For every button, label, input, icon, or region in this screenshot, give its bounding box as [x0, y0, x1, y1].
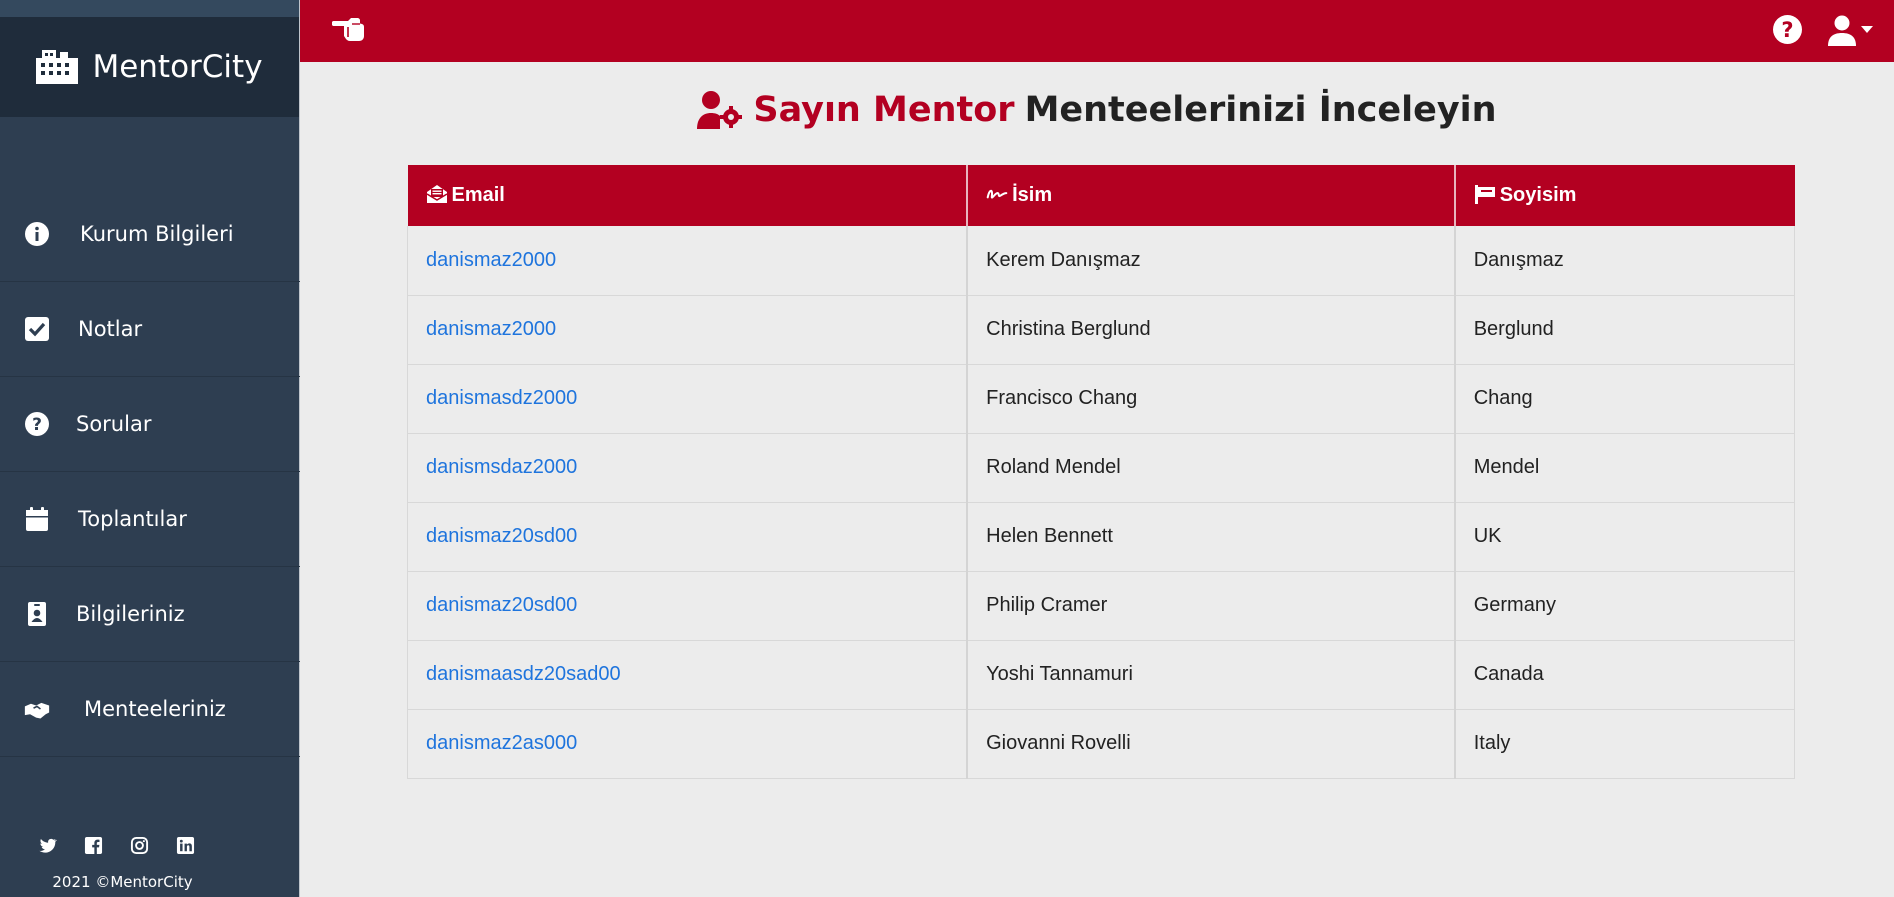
- email-link[interactable]: danismsdaz2000: [426, 456, 577, 478]
- email-link[interactable]: danismasdz2000: [426, 387, 577, 409]
- email-link[interactable]: danismaz2000: [426, 249, 556, 271]
- table-row: danismaz20sd00 Helen Bennett UK: [407, 502, 1795, 572]
- sidebar-item-notlar[interactable]: Notlar: [0, 282, 300, 377]
- sidebar-item-label: Kurum Bilgileri: [80, 222, 234, 246]
- table-row: danismaz2000 Kerem Danışmaz Danışmaz: [407, 226, 1795, 296]
- title-accent: Sayın Mentor: [753, 90, 1015, 130]
- sidebar: MentorCity Kurum Bilgileri Notlar ? Soru…: [0, 0, 300, 897]
- calendar-icon: [24, 506, 50, 532]
- mentees-table: Email İsim Soyisim danismaz2000 Kerem Da…: [407, 165, 1795, 779]
- table-row: danismaz20sd00 Philip Cramer Germany: [407, 571, 1795, 641]
- name-cell: Christina Berglund: [967, 295, 1456, 365]
- caret-down-icon: [1861, 26, 1873, 33]
- top-navbar: ?: [300, 0, 1894, 62]
- email-cell: danismaz2as000: [407, 709, 969, 779]
- question-circle-icon: ?: [24, 411, 50, 437]
- building-icon: [36, 50, 79, 84]
- question-circle-icon[interactable]: ?: [1772, 14, 1803, 45]
- email-cell: danismaz20sd00: [407, 502, 969, 572]
- table-row: danismaz2as000 Giovanni Rovelli Italy: [407, 709, 1795, 779]
- surname-cell: Chang: [1454, 364, 1795, 434]
- sidebar-item-toplantilar[interactable]: Toplantılar: [0, 472, 300, 567]
- svg-text:?: ?: [32, 415, 42, 435]
- surname-cell: Canada: [1454, 640, 1795, 710]
- user-icon: [1828, 15, 1856, 46]
- user-menu-dropdown[interactable]: [1827, 14, 1875, 46]
- flag-icon: [1474, 185, 1495, 204]
- title-text: Menteelerinizi İnceleyin: [1024, 90, 1497, 130]
- name-cell: Yoshi Tannamuri: [967, 640, 1456, 710]
- email-cell: danismaz2000: [407, 226, 969, 296]
- info-circle-icon: [24, 221, 50, 247]
- sidebar-item-sorular[interactable]: ? Sorular: [0, 377, 300, 472]
- handshake-icon: [24, 696, 50, 722]
- name-cell: Francisco Chang: [967, 364, 1456, 434]
- twitter-icon[interactable]: [38, 836, 57, 855]
- sidebar-item-label: Menteeleriniz: [84, 697, 226, 721]
- name-cell: Philip Cramer: [967, 571, 1456, 641]
- table-header-row: Email İsim Soyisim: [407, 165, 1795, 226]
- column-header-isim[interactable]: İsim: [967, 165, 1456, 226]
- email-cell: danismaz2000: [407, 295, 969, 365]
- column-header-soyisim[interactable]: Soyisim: [1454, 165, 1795, 226]
- copyright-text: 2021 ©MentorCity: [52, 873, 193, 891]
- table-row: danismsdaz2000 Roland Mendel Mendel: [407, 433, 1795, 503]
- name-cell: Roland Mendel: [967, 433, 1456, 503]
- table-row: danismasdz2000 Francisco Chang Chang: [407, 364, 1795, 434]
- sidebar-item-label: Toplantılar: [78, 507, 187, 531]
- sidebar-item-kurum-bilgileri[interactable]: Kurum Bilgileri: [0, 187, 300, 282]
- page-title: Sayın Mentor Menteelerinizi İnceleyin: [300, 90, 1894, 130]
- social-links: [38, 836, 195, 855]
- signature-icon: [986, 189, 1008, 199]
- brand-logo[interactable]: MentorCity: [0, 0, 299, 117]
- email-link[interactable]: danismaasdz20sad00: [426, 663, 621, 685]
- email-cell: danismasdz2000: [407, 364, 969, 434]
- name-cell: Giovanni Rovelli: [967, 709, 1456, 779]
- sidebar-item-label: Bilgileriniz: [76, 602, 185, 626]
- surname-cell: Danışmaz: [1454, 226, 1795, 296]
- email-link[interactable]: danismaz20sd00: [426, 525, 577, 547]
- email-cell: danismaasdz20sad00: [407, 640, 969, 710]
- table-row: danismaz2000 Christina Berglund Berglund: [407, 295, 1795, 365]
- svg-text:?: ?: [1781, 18, 1793, 42]
- name-cell: Kerem Danışmaz: [967, 226, 1456, 296]
- sidebar-item-label: Notlar: [78, 317, 143, 341]
- id-badge-icon: [24, 601, 50, 627]
- brand-name: MentorCity: [92, 49, 263, 85]
- table-row: danismaasdz20sad00 Yoshi Tannamuri Canad…: [407, 640, 1795, 710]
- email-link[interactable]: danismaz2000: [426, 318, 556, 340]
- email-link[interactable]: danismaz20sd00: [426, 594, 577, 616]
- surname-cell: UK: [1454, 502, 1795, 572]
- sidebar-item-label: Sorular: [76, 412, 152, 436]
- facebook-icon[interactable]: [84, 836, 103, 855]
- email-cell: danismsdaz2000: [407, 433, 969, 503]
- hand-point-left-icon[interactable]: [331, 15, 366, 45]
- envelope-open-icon: [426, 185, 447, 203]
- check-square-icon: [24, 316, 50, 342]
- email-cell: danismaz20sd00: [407, 571, 969, 641]
- name-cell: Helen Bennett: [967, 502, 1456, 572]
- surname-cell: Berglund: [1454, 295, 1795, 365]
- surname-cell: Italy: [1454, 709, 1795, 779]
- user-cog-icon: [697, 91, 743, 129]
- surname-cell: Germany: [1454, 571, 1795, 641]
- mentees-table-container: Email İsim Soyisim danismaz2000 Kerem Da…: [407, 165, 1795, 779]
- surname-cell: Mendel: [1454, 433, 1795, 503]
- sidebar-nav: Kurum Bilgileri Notlar ? Sorular Toplant…: [0, 187, 300, 757]
- instagram-icon[interactable]: [130, 836, 149, 855]
- column-header-email[interactable]: Email: [407, 165, 969, 226]
- email-link[interactable]: danismaz2as000: [426, 732, 577, 754]
- linkedin-icon[interactable]: [176, 836, 195, 855]
- sidebar-item-bilgileriniz[interactable]: Bilgileriniz: [0, 567, 300, 662]
- sidebar-item-menteeleriniz[interactable]: Menteeleriniz: [0, 662, 300, 757]
